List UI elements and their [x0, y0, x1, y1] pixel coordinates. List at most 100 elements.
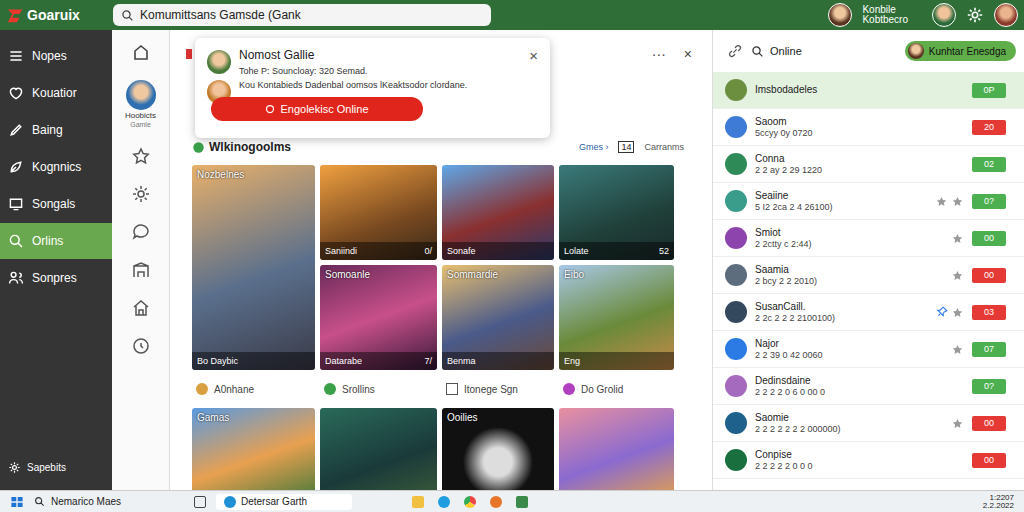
sidebar-item-icon — [8, 85, 24, 101]
filter-item[interactable]: Srollins — [320, 383, 437, 395]
sidebar-item[interactable]: Kouatior — [0, 75, 112, 111]
game-card[interactable]: Sonafe — [442, 165, 554, 260]
more-button[interactable]: ··· — [652, 46, 666, 62]
contact-name: Saamia — [755, 264, 912, 276]
rail-profile[interactable]: Hoobicts Gamle — [125, 80, 156, 128]
sidebar-item[interactable]: Nopes — [0, 38, 112, 74]
button-avatar — [908, 43, 924, 59]
online-row[interactable]: Conna 2 2 ay 2 29 1220 02 — [713, 146, 1024, 183]
online-row[interactable]: Dedinsdaine 2 2 2 2 0 6 0 00 0 0? — [713, 368, 1024, 405]
sidebar-item[interactable]: Kognnics — [0, 149, 112, 185]
tab-marker — [186, 49, 192, 59]
game-card[interactable]: Sommardie Benma — [442, 265, 554, 370]
game-card[interactable]: Nozbelnes Bo Daybic — [192, 165, 315, 370]
filter-item[interactable]: A0nhane — [192, 383, 315, 395]
online-action-button[interactable]: Kunhtar Enesdga — [905, 41, 1016, 61]
skype-icon[interactable] — [438, 496, 450, 508]
taskbar-app[interactable]: Detersar Garth — [216, 494, 352, 510]
filter-checkbox[interactable] — [446, 383, 458, 395]
contact-name: Saomie — [755, 412, 912, 424]
star-icon[interactable] — [951, 269, 964, 282]
star-icon[interactable] — [951, 417, 964, 430]
games-link[interactable]: Gmes › — [579, 142, 609, 152]
contact-marks — [920, 343, 964, 356]
user-info[interactable]: Konbile Kobtbecro — [862, 5, 908, 26]
sidebar-item-label: Kognnics — [32, 160, 81, 174]
pin-icon[interactable] — [936, 306, 948, 318]
sidebar-item[interactable]: Sonpres — [0, 260, 112, 296]
sidebar-item[interactable]: Baing — [0, 112, 112, 148]
friend-avatar[interactable] — [932, 3, 956, 27]
notification-close[interactable]: × — [529, 48, 538, 128]
sidebar-item[interactable]: Songals — [0, 186, 112, 222]
close-button[interactable]: × — [684, 46, 692, 62]
clock[interactable]: 1:2207 2.2.2022 — [983, 494, 1014, 510]
star-icon[interactable] — [951, 195, 964, 208]
contact-avatar — [725, 449, 747, 471]
star-icon[interactable] — [951, 232, 964, 245]
browser-icon[interactable] — [490, 496, 502, 508]
profile-avatar[interactable] — [994, 3, 1018, 27]
game-card[interactable]: Saniindi 0/ — [320, 165, 437, 260]
search-field[interactable]: Komumittsans Gamsde (Gank — [113, 4, 491, 26]
rail-icon[interactable] — [131, 260, 151, 280]
game-card[interactable]: Ooilies — [442, 408, 554, 490]
online-row[interactable]: Smiot 2 2ctty c 2:44) 00 — [713, 220, 1024, 257]
game-card-footer: Benma — [442, 352, 554, 370]
rail-icon[interactable] — [131, 298, 151, 318]
notification-avatar — [207, 50, 231, 74]
game-card[interactable]: Eibo Eng — [559, 265, 674, 370]
windows-icon[interactable] — [10, 495, 24, 509]
contact-status: 2 2 ay 2 29 1220 — [755, 165, 912, 175]
filter-item[interactable]: Itonege Sgn — [442, 383, 554, 395]
online-button[interactable]: Engolekisc Online — [211, 97, 423, 121]
sidebar-item[interactable]: Orlins — [0, 223, 112, 259]
contact-avatar — [725, 227, 747, 249]
online-row[interactable]: SusanCaill. 2 2c 2 2 2 2100100) 03 — [713, 294, 1024, 331]
contact-badge: 02 — [972, 157, 1006, 172]
link-icon[interactable] — [727, 43, 743, 59]
user-avatar[interactable] — [828, 3, 852, 27]
taskbar-search[interactable]: Nemarico Maes — [34, 496, 184, 507]
online-row[interactable]: Imsbodadeles 0P — [713, 72, 1024, 109]
folder-icon[interactable] — [412, 496, 424, 508]
online-panel: Online Kunhtar Enesdga Imsbodadeles 0P S… — [712, 30, 1024, 490]
online-search[interactable]: Online — [751, 45, 897, 58]
contact-avatar — [725, 153, 747, 175]
star-icon[interactable] — [935, 195, 948, 208]
online-row[interactable]: Najor 2 2 39 0 42 0060 07 — [713, 331, 1024, 368]
settings-icon — [8, 461, 21, 474]
contact-info: Smiot 2 2ctty c 2:44) — [755, 227, 912, 249]
online-row[interactable]: Conpise 2 2 2 2 2 0 0 0 00 — [713, 442, 1024, 479]
rail-icon[interactable] — [131, 336, 151, 356]
gear-icon[interactable] — [966, 6, 984, 24]
online-row[interactable]: Saamia 2 bcy 2 2 2010) 00 — [713, 257, 1024, 294]
contact-name: Smiot — [755, 227, 912, 239]
online-button-label: Engolekisc Online — [280, 103, 368, 115]
rail-icon[interactable] — [131, 146, 151, 166]
online-row[interactable]: Saomie 2 2 2 2 2 2 2 000000) 00 — [713, 405, 1024, 442]
rail-icon[interactable] — [131, 222, 151, 242]
star-icon[interactable] — [951, 343, 964, 356]
section-extra[interactable]: Carranms — [644, 142, 684, 152]
game-card[interactable]: Lolate 52 — [559, 165, 674, 260]
filter-item[interactable]: Do Grolid — [559, 383, 674, 395]
contact-status: 2 2ctty c 2:44) — [755, 239, 912, 249]
online-row[interactable]: Seaiine 5 I2 2ca 2 4 26100) 0? — [713, 183, 1024, 220]
game-app-icon[interactable] — [516, 496, 528, 508]
chrome-icon[interactable] — [464, 496, 476, 508]
logo[interactable]: Goaruix — [6, 6, 101, 24]
game-card[interactable]: Somoanle Datarabe 7/ — [320, 265, 437, 370]
home-icon[interactable] — [131, 42, 151, 62]
game-card[interactable] — [559, 408, 674, 490]
game-card[interactable] — [320, 408, 437, 490]
rail-icon[interactable] — [131, 184, 151, 204]
star-icon[interactable] — [951, 306, 964, 319]
task-view-icon[interactable] — [194, 496, 206, 508]
arrow-icon: › — [605, 142, 608, 152]
search-icon — [121, 9, 134, 22]
sidebar-footer[interactable]: Sapebits — [0, 461, 112, 490]
game-card[interactable]: Gamas — [192, 408, 315, 490]
online-row[interactable]: Saoom 5ccyy 0y 0720 20 — [713, 109, 1024, 146]
sidebar-item-label: Songals — [32, 197, 75, 211]
